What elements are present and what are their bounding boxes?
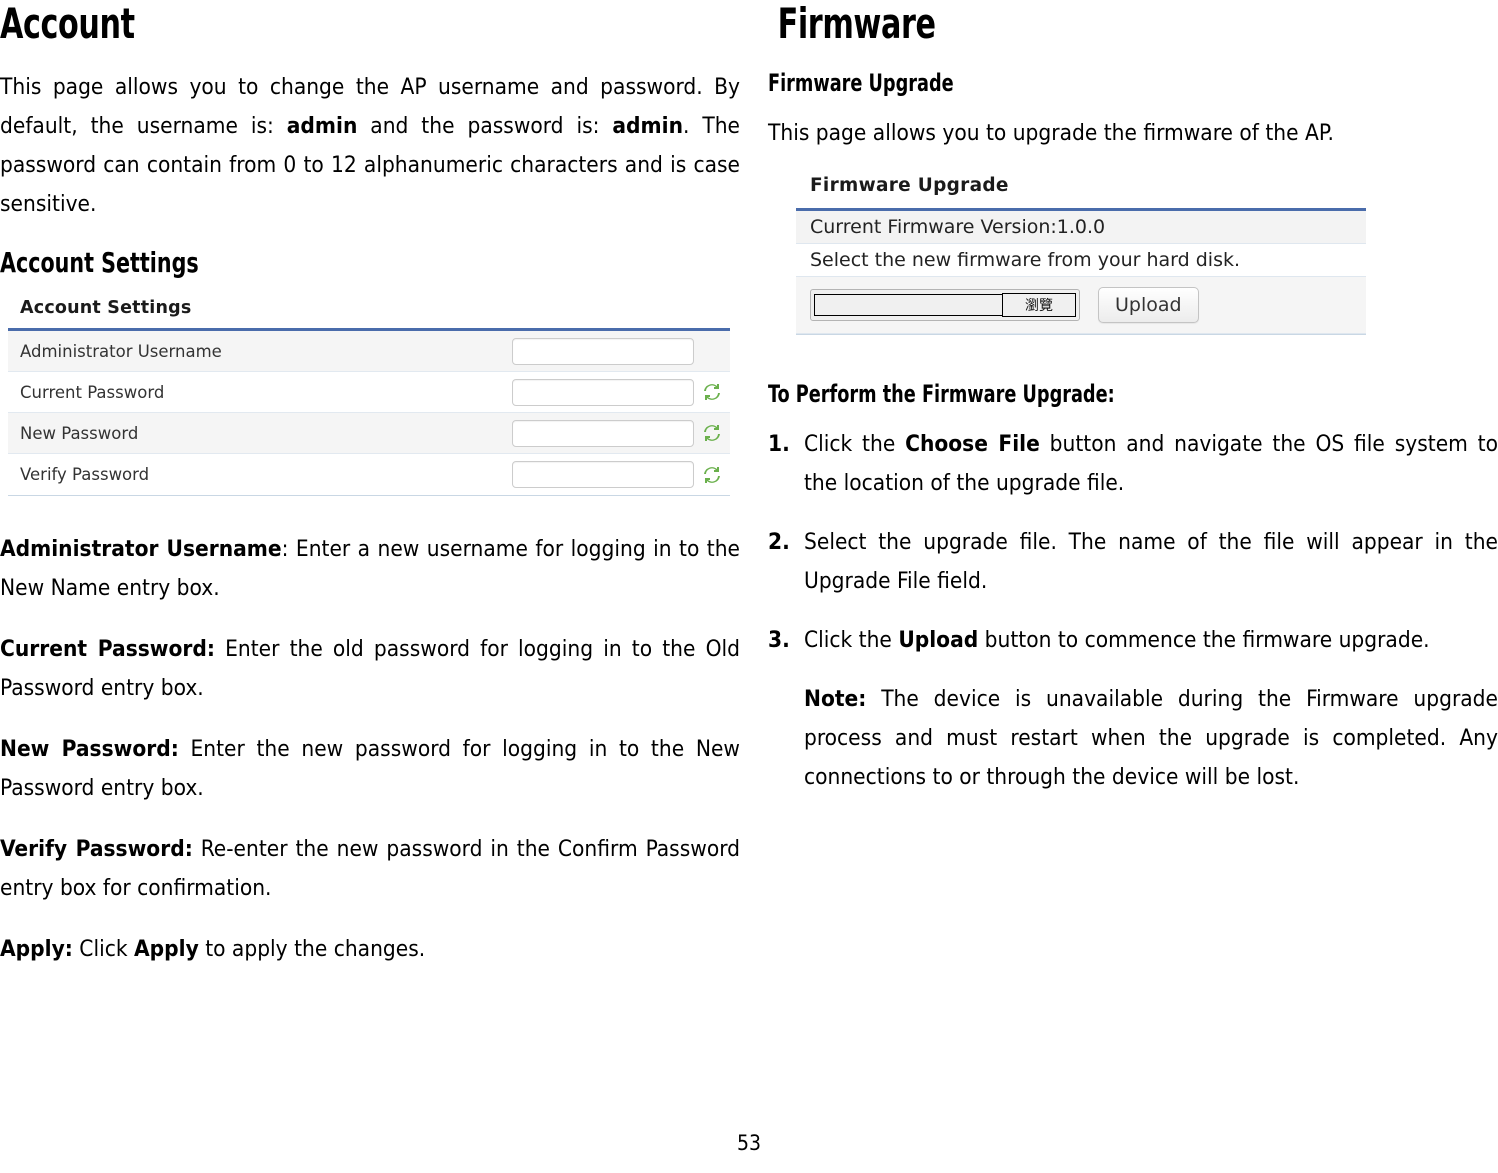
list-item: 3. Click the Upload button to commence th…	[768, 621, 1498, 660]
step-number: 3.	[768, 627, 790, 653]
account-intro-part2: and the password is:	[357, 113, 613, 139]
right-column: Firmware Firmware Upgrade This page allo…	[768, 0, 1498, 817]
definition-current-password: Current Password: Enter the old password…	[0, 630, 740, 708]
left-column: Account This page allows you to change t…	[0, 0, 740, 969]
step-text-post: button to commence the firmware upgrade.	[978, 627, 1430, 653]
apply-bold: Apply	[133, 936, 199, 962]
step-text-bold: Choose File	[905, 431, 1040, 457]
account-intro-bold1: admin	[286, 113, 358, 139]
step-number: 1.	[768, 431, 790, 457]
select-firmware-instruction-row: Select the new firmware from your hard d…	[796, 244, 1366, 277]
steps-heading: To Perform the Firmware Upgrade:	[768, 380, 1115, 408]
firmware-intro-paragraph: This page allows you to upgrade the firm…	[768, 120, 1334, 146]
table-row: Administrator Username	[8, 331, 730, 372]
account-intro-bold2: admin	[612, 113, 683, 139]
definition-separator: :	[281, 536, 296, 562]
section-title-account-settings: Account Settings	[0, 246, 199, 279]
table-row: New Password	[8, 413, 730, 454]
note-item: Note: The device is unavailable during t…	[768, 680, 1498, 797]
page-number: 53	[736, 1131, 762, 1155]
definition-new-password: New Password: Enter the new password for…	[0, 730, 740, 808]
current-password-input[interactable]	[512, 378, 694, 406]
refresh-icon[interactable]	[702, 465, 722, 485]
screenshot-panel-title: Account Settings	[20, 298, 192, 318]
definition-separator	[193, 836, 201, 862]
page-title-firmware: Firmware	[777, 0, 936, 48]
definition-term: Apply:	[0, 936, 73, 962]
row-label-current-password: Current Password	[20, 382, 165, 402]
account-settings-table: Administrator Username Current Password	[8, 328, 730, 496]
definition-verify-password: Verify Password: Re-enter the new passwo…	[0, 830, 740, 908]
new-password-input[interactable]	[512, 419, 694, 447]
apply-post: to apply the changes.	[198, 936, 426, 962]
definition-term: Current Password:	[0, 636, 215, 662]
step-text-pre: Click the	[804, 431, 906, 457]
verify-password-input[interactable]	[512, 461, 694, 488]
step-text-pre: Select the upgrade file. The name of the…	[804, 529, 1498, 594]
definition-separator	[215, 636, 225, 662]
definition-apply: Apply: Click Apply to apply the changes.	[0, 930, 740, 969]
definition-term: New Password:	[0, 736, 179, 762]
list-item: 2. Select the upgrade file. The name of t…	[768, 523, 1498, 601]
current-firmware-version-row: Current Firmware Version:1.0.0	[796, 211, 1366, 244]
refresh-icon[interactable]	[702, 382, 722, 402]
note-text: The device is unavailable during the Fir…	[804, 686, 1498, 790]
file-input[interactable]: 瀏覽	[810, 289, 1080, 321]
apply-pre: Click	[72, 936, 134, 962]
table-row: Verify Password	[8, 454, 730, 495]
row-label-verify-password: Verify Password	[20, 465, 150, 484]
step-number: 2.	[768, 529, 790, 555]
definition-separator	[179, 736, 191, 762]
refresh-icon[interactable]	[702, 423, 722, 443]
table-row: Current Password	[8, 372, 730, 413]
firmware-file-controls: 瀏覽 Upload	[796, 277, 1366, 334]
row-label-new-password: New Password	[20, 423, 139, 443]
step-text-pre: Click the	[804, 627, 899, 653]
step-text-bold: Upload	[898, 627, 979, 653]
account-settings-screenshot: Account Settings Administrator Username …	[8, 298, 730, 496]
definition-term: Administrator Username	[0, 536, 282, 562]
page-title-account: Account	[0, 0, 135, 48]
section-title-firmware-upgrade: Firmware Upgrade	[768, 69, 954, 97]
row-control	[512, 378, 730, 406]
screenshot-panel-title: Firmware Upgrade	[810, 175, 1009, 196]
firmware-upgrade-steps: 1. Click the Choose File button and navig…	[768, 425, 1498, 797]
administrator-username-input[interactable]	[512, 337, 694, 365]
firmware-upgrade-table: Current Firmware Version:1.0.0 Select th…	[796, 208, 1366, 335]
browse-button[interactable]: 瀏覽	[1002, 293, 1076, 317]
row-control	[512, 461, 730, 488]
firmware-upgrade-screenshot: Firmware Upgrade Current Firmware Versio…	[796, 175, 1366, 335]
upload-button[interactable]: Upload	[1098, 287, 1199, 323]
note-label: Note:	[804, 686, 867, 712]
definition-term: Verify Password:	[0, 836, 193, 862]
file-name-field[interactable]	[814, 294, 1002, 316]
account-intro-paragraph: This page allows you to change the AP us…	[0, 68, 740, 224]
list-item: 1. Click the Choose File button and navig…	[768, 425, 1498, 503]
row-control	[512, 337, 730, 365]
row-control	[512, 419, 730, 447]
definition-administrator-username: Administrator Username: Enter a new user…	[0, 530, 740, 608]
row-label-administrator-username: Administrator Username	[20, 341, 222, 361]
manual-page: Account This page allows you to change t…	[0, 0, 1498, 1173]
